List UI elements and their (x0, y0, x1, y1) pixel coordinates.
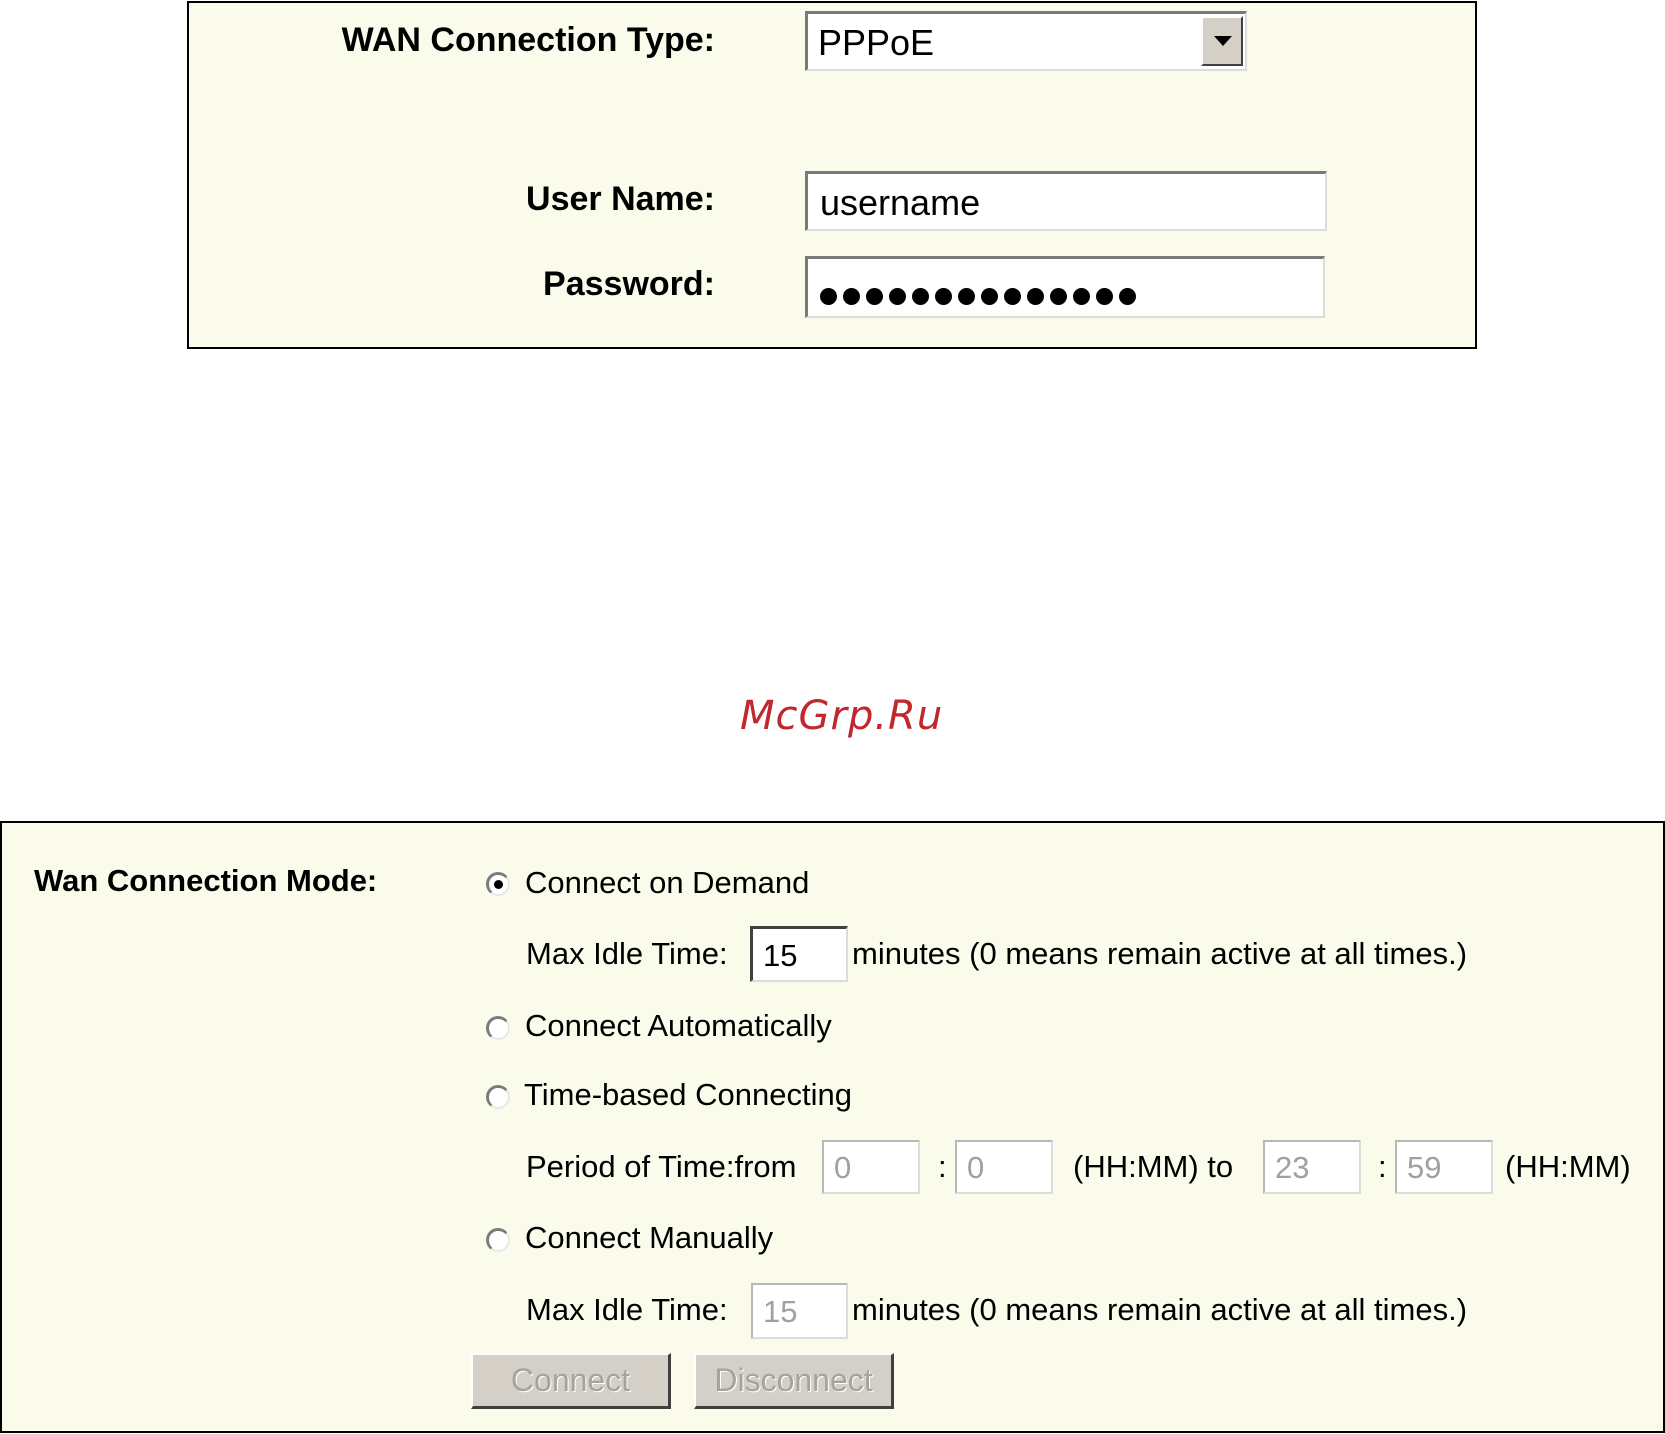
max-idle-time-input-2[interactable]: 15 (751, 1283, 848, 1339)
to-minute-input[interactable]: 59 (1395, 1140, 1493, 1194)
password-mask-dot (866, 287, 883, 305)
password-mask-dot (820, 287, 837, 305)
minutes-note-2: minutes (0 means remain active at all ti… (852, 1292, 1468, 1327)
radio-selected-dot (494, 880, 503, 889)
from-hour-input[interactable]: 0 (822, 1140, 920, 1194)
radio-connect-automatically[interactable] (486, 1016, 510, 1040)
password-mask-dot (935, 287, 952, 305)
radio-connect-manually[interactable] (486, 1228, 510, 1252)
connect-button[interactable]: Connect (471, 1353, 671, 1409)
hhmm-to-label: (HH:MM) to (1073, 1149, 1234, 1184)
minutes-note-1: minutes (0 means remain active at all ti… (852, 936, 1468, 971)
connect-on-demand-label: Connect on Demand (525, 865, 810, 900)
pppoe-settings-panel: WAN Connection Type: PPPoE User Name: us… (187, 1, 1477, 349)
hhmm-end-label: (HH:MM) (1505, 1149, 1631, 1184)
watermark-text: McGrp.Ru (740, 693, 944, 739)
password-input[interactable] (805, 256, 1325, 318)
password-mask-dot (889, 287, 906, 305)
password-mask-dot (981, 287, 998, 305)
disconnect-button[interactable]: Disconnect (694, 1353, 894, 1409)
wan-connection-type-select[interactable]: PPPoE (805, 11, 1247, 71)
wan-connection-mode-panel: Wan Connection Mode: Connect on Demand M… (0, 821, 1665, 1433)
connect-manually-label: Connect Manually (525, 1220, 774, 1255)
dropdown-button[interactable] (1201, 16, 1243, 66)
time-colon-separator: : (1378, 1149, 1387, 1184)
password-mask-dot (843, 287, 860, 305)
wan-connection-type-value: PPPoE (818, 22, 935, 63)
max-idle-time-label-2: Max Idle Time: (526, 1292, 728, 1327)
period-of-time-label: Period of Time:from (526, 1149, 797, 1184)
password-mask-dot (1027, 287, 1044, 305)
connect-automatically-label: Connect Automatically (525, 1008, 832, 1043)
max-idle-time-label-1: Max Idle Time: (526, 936, 728, 971)
time-colon-separator: : (938, 1149, 947, 1184)
radio-time-based-connecting[interactable] (486, 1085, 510, 1109)
user-name-label: User Name: (526, 180, 715, 218)
max-idle-time-input-1[interactable]: 15 (750, 926, 848, 982)
wan-connection-mode-label: Wan Connection Mode: (34, 863, 378, 898)
password-mask-dot (1004, 287, 1021, 305)
wan-connection-type-label: WAN Connection Type: (341, 21, 715, 59)
user-name-input[interactable]: username (805, 171, 1327, 231)
password-mask-dot (1050, 287, 1067, 305)
chevron-down-icon (1214, 36, 1232, 46)
time-based-connecting-label: Time-based Connecting (524, 1077, 852, 1112)
password-mask-dot (958, 287, 975, 305)
password-label: Password: (543, 265, 715, 303)
password-mask-dot (1096, 287, 1113, 305)
password-mask-dot (1119, 287, 1136, 305)
from-minute-input[interactable]: 0 (955, 1140, 1053, 1194)
password-mask-dot (1073, 287, 1090, 305)
to-hour-input[interactable]: 23 (1263, 1140, 1361, 1194)
radio-connect-on-demand[interactable] (486, 872, 510, 896)
password-mask-dot (912, 287, 929, 305)
